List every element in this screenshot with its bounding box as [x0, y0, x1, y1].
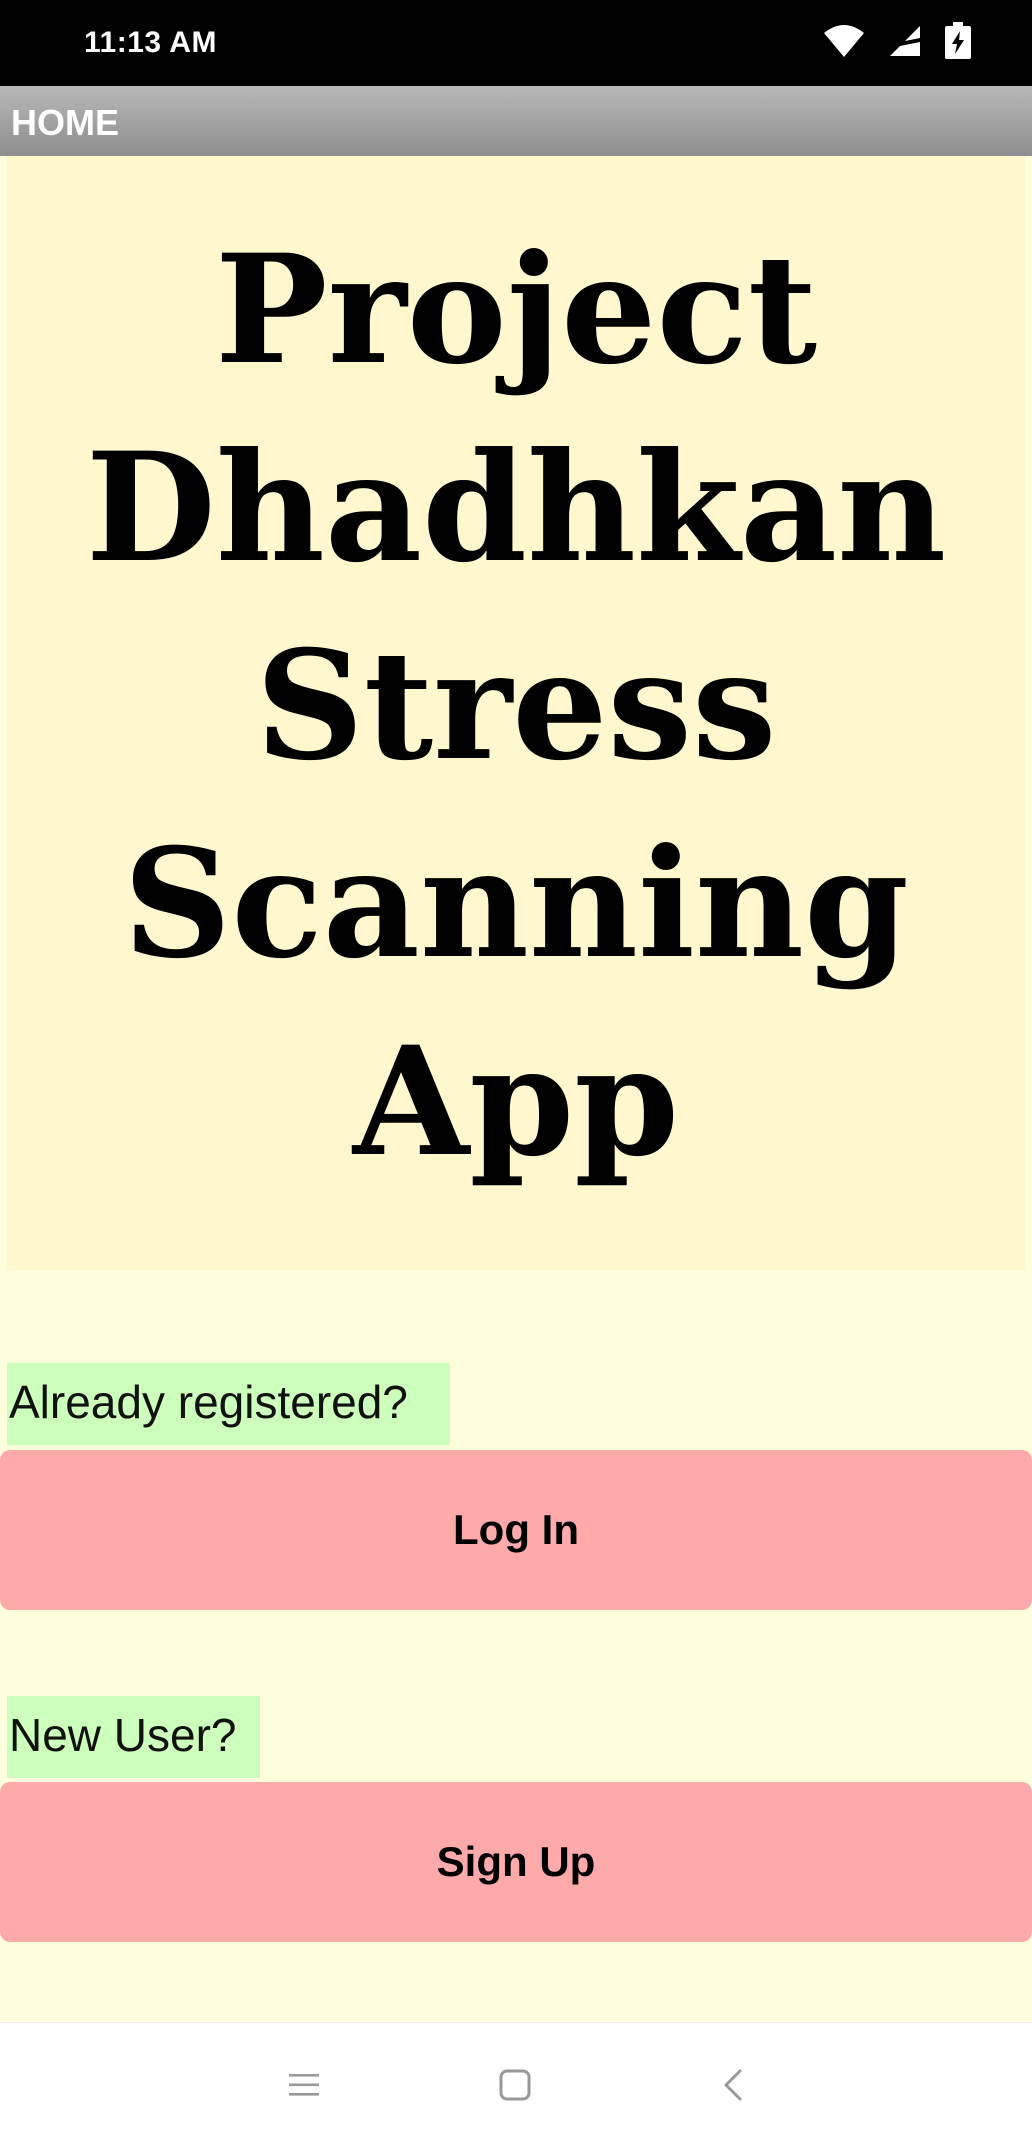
- cell-signal-icon: [888, 24, 922, 58]
- battery-charging-icon: [944, 22, 972, 60]
- status-icons: 4: [822, 22, 972, 60]
- system-nav-bar: [0, 2022, 1032, 2146]
- app-bar: HOME: [0, 86, 1032, 156]
- svg-text:4: 4: [852, 49, 858, 59]
- hero-banner: Project Dhadhkan Stress Scanning App: [7, 156, 1025, 1270]
- already-registered-label: Already registered?: [7, 1363, 450, 1445]
- wifi-icon: 4: [822, 23, 866, 59]
- app-title: Project Dhadhkan Stress Scanning App: [85, 222, 947, 1190]
- app-bar-title: HOME: [11, 102, 119, 143]
- signup-button[interactable]: Sign Up: [0, 1782, 1032, 1942]
- status-bar: 11:13 AM 4: [0, 0, 1032, 86]
- login-button[interactable]: Log In: [0, 1450, 1032, 1610]
- status-time: 11:13 AM: [84, 26, 217, 59]
- new-user-label: New User?: [7, 1696, 260, 1778]
- home-square-icon[interactable]: [489, 2059, 541, 2111]
- menu-icon[interactable]: [278, 2059, 330, 2111]
- back-icon[interactable]: [707, 2059, 759, 2111]
